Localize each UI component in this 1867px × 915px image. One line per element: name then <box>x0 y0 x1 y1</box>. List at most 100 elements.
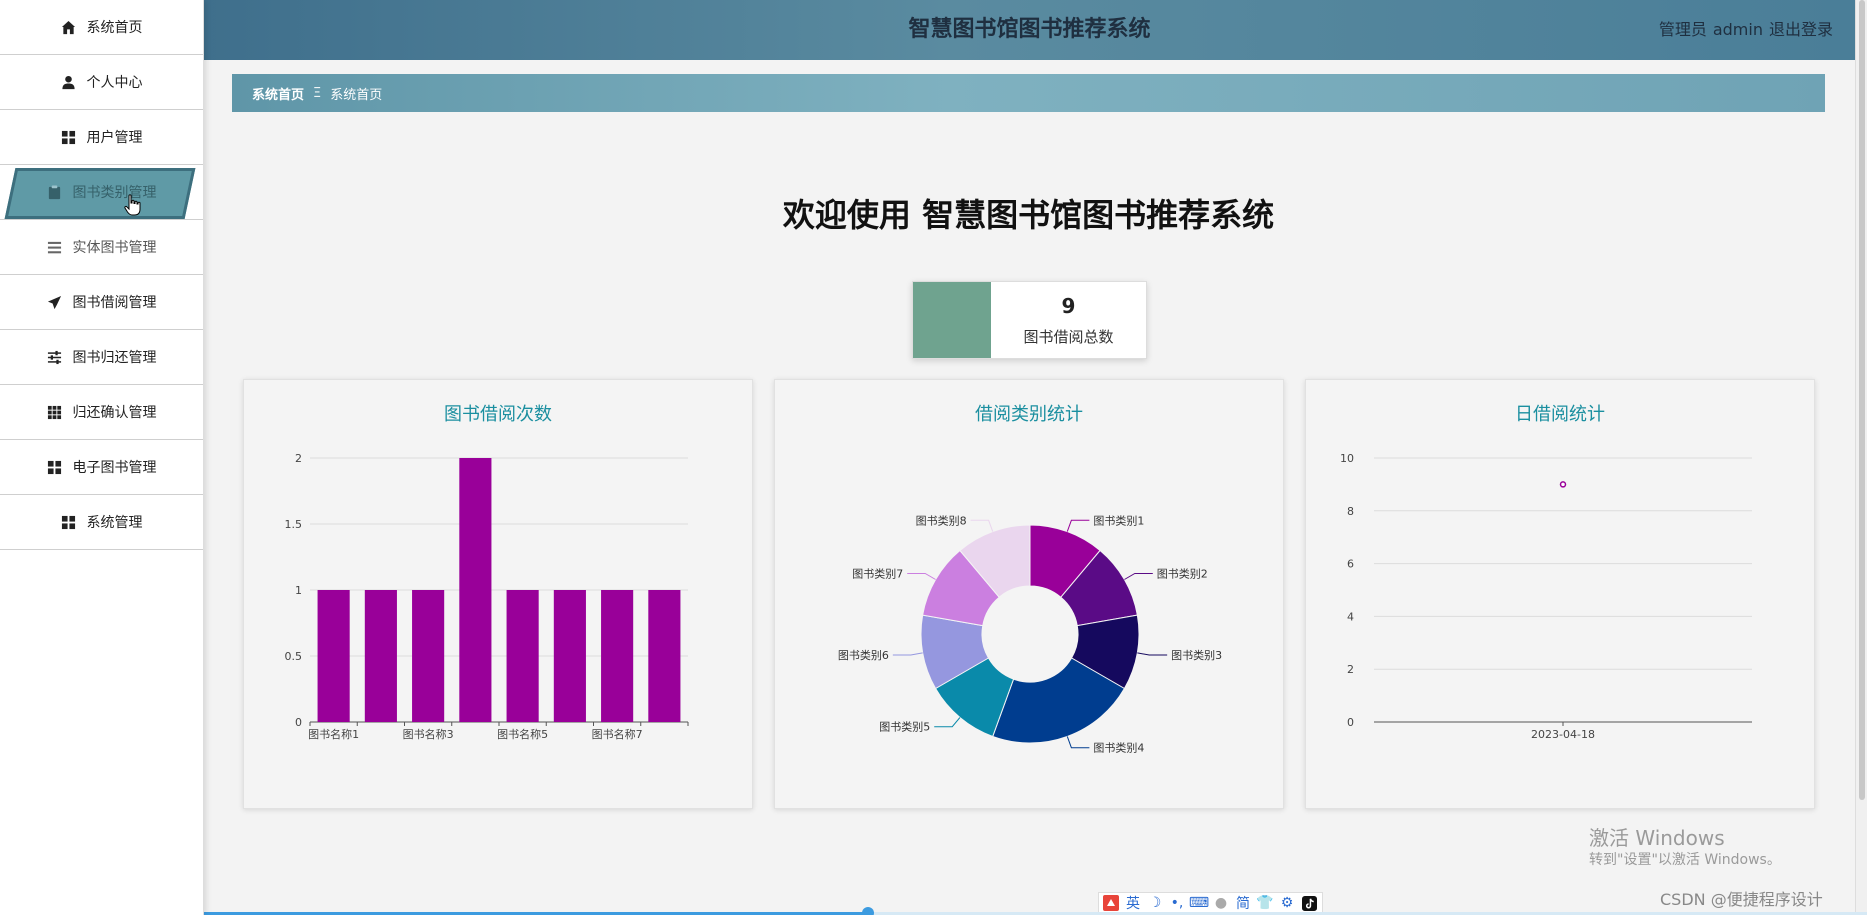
pie-label: 图书类别1 <box>1093 513 1144 527</box>
grid-icon <box>61 514 77 530</box>
scatter-chart: 0 2 4 6 8 10 2023-04-18 <box>1340 452 1752 741</box>
bar <box>601 590 634 722</box>
sidebar-item-system[interactable]: 系统管理 <box>0 495 203 550</box>
pie-label: 图书类别4 <box>1093 741 1144 755</box>
csdn-watermark: CSDN @便捷程序设计 <box>1660 890 1823 909</box>
pie-label-line <box>892 652 923 656</box>
y-tick-label: 1 <box>295 584 302 597</box>
sidebar-item-home[interactable]: 系统首页 <box>0 0 203 55</box>
vertical-scrollbar[interactable] <box>1855 0 1867 915</box>
ime-chinese-toggle[interactable]: 简 <box>1235 895 1251 912</box>
x-tick-label: 图书名称3 <box>403 727 454 741</box>
gear-icon[interactable]: ⚙ <box>1279 895 1295 911</box>
scatter-chart-card: 日借阅统计 0 2 4 6 8 10 2023-04-18 <box>1305 379 1815 809</box>
ime-toolbar: 英 ☽ •, ⌨ ● 简 👕 ⚙ <box>1098 892 1323 914</box>
apps-icon <box>47 404 63 420</box>
send-icon <box>47 294 63 310</box>
user-role: 管理员 <box>1658 20 1707 39</box>
logout-link[interactable]: 退出登录 <box>1769 20 1833 39</box>
y-tick-label: 6 <box>1347 558 1354 571</box>
tiktok-icon[interactable] <box>1301 895 1317 911</box>
stat-label: 图书借阅总数 <box>1023 327 1114 346</box>
bar <box>412 590 445 722</box>
ime-mode-toggle[interactable]: 英 <box>1125 895 1141 912</box>
sidebar-item-profile[interactable]: 个人中心 <box>0 55 203 110</box>
sidebar-item-return-confirm[interactable]: 归还确认管理 <box>0 385 203 440</box>
pie-label: 图书类别3 <box>1171 648 1222 662</box>
pie-label: 图书类别8 <box>916 513 967 527</box>
sidebar-item-label: 图书类别管理 <box>72 185 157 201</box>
y-tick-label: 0.5 <box>285 650 303 663</box>
sidebar: 系统首页 个人中心 用户管理 图书类别管理 实体图书管理 图书借阅管理 图书归还… <box>0 0 204 915</box>
welcome-heading: 欢迎使用 智慧图书馆图书推荐系统 <box>782 196 1275 234</box>
user-icon <box>61 74 77 90</box>
app-title: 智慧图书馆图书推荐系统 <box>908 17 1151 42</box>
x-tick-label: 图书名称7 <box>592 727 643 741</box>
user-name: admin <box>1712 20 1763 39</box>
clipboard-icon <box>47 184 63 200</box>
sidebar-item-ebooks[interactable]: 电子图书管理 <box>0 440 203 495</box>
bar <box>459 458 492 722</box>
scatter-point <box>1559 481 1567 488</box>
moon-icon[interactable]: ☽ <box>1147 895 1163 911</box>
y-tick-label: 4 <box>1347 610 1354 623</box>
stat-color-swatch <box>913 282 991 358</box>
sidebar-item-physical-books[interactable]: 实体图书管理 <box>0 220 203 275</box>
shirt-icon[interactable]: 👕 <box>1256 895 1273 911</box>
bar <box>506 590 539 722</box>
bar <box>648 590 681 722</box>
breadcrumb-root[interactable]: 系统首页 <box>252 84 304 103</box>
sidebar-item-label: 图书借阅管理 <box>72 295 157 311</box>
pie-chart: 图书类别1 图书类别2 图书类别3 图书类别4 图书类别5 图书类别6 图书类别7 图书类别8 <box>838 513 1222 755</box>
y-tick-label: 1.5 <box>285 518 303 531</box>
sidebar-item-label: 个人中心 <box>86 75 143 91</box>
pie-label-line <box>970 519 994 532</box>
y-tick-label: 10 <box>1340 452 1354 465</box>
sidebar-item-label: 系统管理 <box>86 515 143 531</box>
person-icon[interactable]: ● <box>1213 895 1229 911</box>
breadcrumb-separator-icon: Ξ <box>313 85 322 101</box>
bar-chart: 0 0.5 1 1.5 2 图书名称1 图书名称3 图书名称5 图书名称7 <box>285 452 689 741</box>
scrollbar-thumb[interactable] <box>1859 0 1865 800</box>
stat-value: 9 <box>1061 293 1076 318</box>
pie-label: 图书类别2 <box>1157 567 1208 581</box>
x-tick-label: 图书名称5 <box>497 727 548 741</box>
sidebar-item-label: 图书归还管理 <box>72 350 157 366</box>
bar-chart-card: 图书借阅次数 0 0.5 1 1.5 2 图书名称1 图书名称3 图书名称5 图书名称7 <box>243 379 753 809</box>
progress-knob <box>862 907 875 915</box>
pie-label: 图书类别5 <box>879 720 930 734</box>
borrow-total-card: 9 图书借阅总数 <box>912 281 1147 359</box>
y-tick-label: 0 <box>295 716 302 729</box>
y-tick-label: 2 <box>295 452 302 465</box>
y-tick-label: 2 <box>1347 663 1354 676</box>
keyboard-icon[interactable]: ⌨ <box>1189 895 1209 911</box>
grid-icon <box>61 129 77 145</box>
sidebar-item-borrow[interactable]: 图书借阅管理 <box>0 275 203 330</box>
pie-chart-card: 借阅类别统计 图书类别1 图书类别2 图书类别3 图书类别4 图书类别5 图书类别6 图书类… <box>774 379 1284 809</box>
pie-label-line <box>1066 519 1090 532</box>
pie-label: 图书类别7 <box>852 567 903 581</box>
bar <box>317 590 350 722</box>
pie-label-line <box>1124 573 1153 580</box>
x-tick-label: 2023-04-18 <box>1531 728 1595 741</box>
punctuation-icon[interactable]: •, <box>1169 895 1185 911</box>
pie-label-line <box>1066 736 1090 749</box>
list-icon <box>47 239 63 255</box>
sliders-icon <box>47 349 63 365</box>
header-bar: 智慧图书馆图书推荐系统 管理员 admin 退出登录 <box>204 0 1855 60</box>
sidebar-item-return[interactable]: 图书归还管理 <box>0 330 203 385</box>
pie-label-line <box>934 717 961 728</box>
user-info: 管理员 admin 退出登录 <box>1653 0 1833 60</box>
bar <box>553 590 586 722</box>
activation-watermark-title: 激活 Windows <box>1589 826 1725 850</box>
pie-label: 图书类别6 <box>838 648 889 662</box>
sogou-logo-icon[interactable] <box>1103 895 1119 911</box>
sidebar-item-book-category[interactable]: 图书类别管理 <box>0 165 203 220</box>
sidebar-item-label: 实体图书管理 <box>72 240 157 256</box>
sidebar-item-label: 归还确认管理 <box>72 405 157 421</box>
sidebar-item-users[interactable]: 用户管理 <box>0 110 203 165</box>
sidebar-item-label: 用户管理 <box>86 130 143 146</box>
y-tick-label: 8 <box>1347 505 1354 518</box>
breadcrumb: 系统首页 Ξ 系统首页 <box>232 74 1825 112</box>
breadcrumb-current: 系统首页 <box>330 87 383 103</box>
